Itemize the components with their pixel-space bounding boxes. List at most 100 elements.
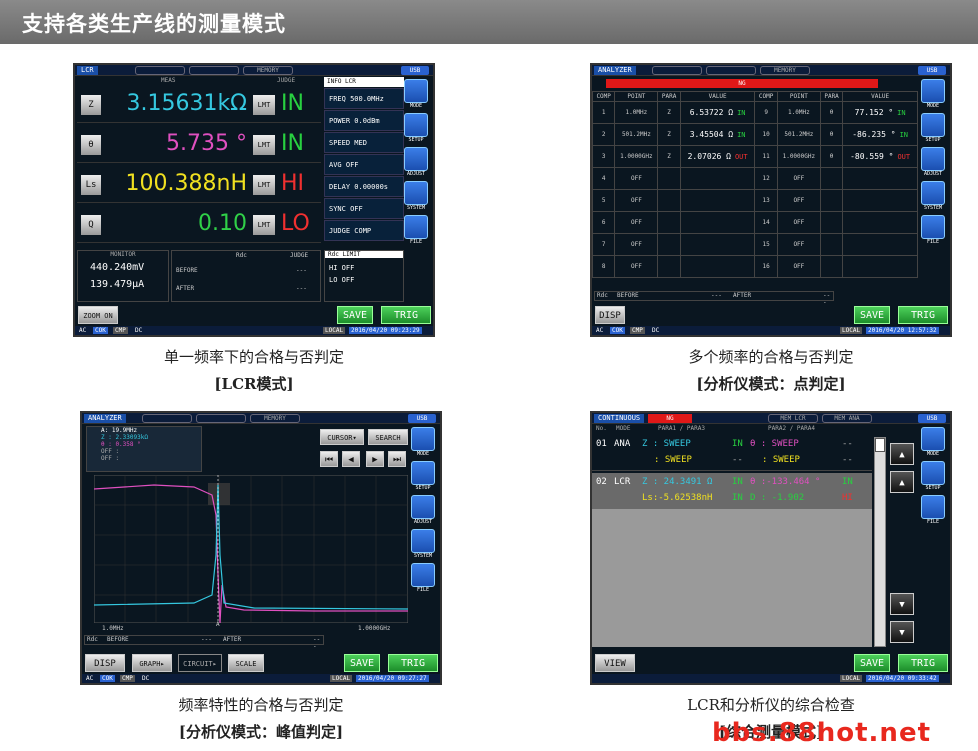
side-menu-file[interactable]: FILE xyxy=(918,495,948,525)
lmt-button[interactable]: LMT xyxy=(253,175,275,195)
tab-blank-1[interactable] xyxy=(652,66,702,75)
table-row[interactable]: 8 OFF 16 OFF xyxy=(592,255,918,278)
sweep-graph[interactable] xyxy=(94,475,408,623)
side-menu-label: MODE xyxy=(926,103,940,109)
side-menu-mode[interactable]: MODE xyxy=(918,427,948,457)
lcr-mode-screen: LCR MEMORY USB MEAS JUDGE Z 3.15631kΩ LMT I… xyxy=(73,63,435,337)
scale-button[interactable]: SCALE xyxy=(228,654,264,672)
mode-label: CONTINUOUS xyxy=(594,414,645,423)
side-menu-file[interactable]: FILE xyxy=(918,215,948,245)
page-down-button[interactable]: ▼ xyxy=(890,593,914,615)
side-menu-adjust[interactable]: ADJUST xyxy=(918,147,948,177)
left-arrow-button[interactable]: ◀ xyxy=(342,451,360,467)
right-arrow-button[interactable]: ▶ xyxy=(366,451,384,467)
scrollbar[interactable] xyxy=(874,437,886,647)
tab-blank-1[interactable] xyxy=(142,414,192,423)
param-button[interactable]: Ls xyxy=(81,175,101,195)
meas-value: 5.735 ° xyxy=(166,131,247,156)
last-arrow-button[interactable]: ⏭ xyxy=(388,451,406,467)
row-para1: Z : 24.3491 Ω xyxy=(642,477,713,487)
side-menu-system[interactable]: SYSTEM xyxy=(401,181,431,211)
info-item[interactable]: FREQ 500.0MHz xyxy=(324,88,404,109)
side-menu-file[interactable]: FILE xyxy=(408,563,438,593)
tab-memory[interactable]: MEMORY xyxy=(250,414,300,423)
disp-button[interactable]: DISP xyxy=(595,306,625,324)
side-menu-adjust[interactable]: ADJUST xyxy=(401,147,431,177)
view-button[interactable]: VIEW xyxy=(595,654,635,672)
table-cell: OFF xyxy=(614,189,659,212)
tab-mem-ana[interactable]: MEM ANA xyxy=(822,414,872,423)
side-menu-mode[interactable]: MODE xyxy=(918,79,948,109)
scroll-down-button[interactable]: ▼ xyxy=(890,621,914,643)
table-cell: 1.0MHz xyxy=(776,101,821,124)
disp-button[interactable]: DISP xyxy=(85,654,125,672)
search-button[interactable]: SEARCH xyxy=(368,429,408,445)
side-menu-mode[interactable]: MODE xyxy=(408,427,438,457)
trig-button[interactable]: TRIG xyxy=(898,654,948,672)
side-menu-setup[interactable]: SETUP xyxy=(401,113,431,143)
info-item[interactable]: JUDGE COMP xyxy=(324,220,404,241)
page-up-button[interactable]: ▲ xyxy=(890,471,914,493)
info-item[interactable]: AVG OFF xyxy=(324,154,404,175)
meas-row: θ 5.735 ° LMT IN xyxy=(77,127,321,163)
cursor-button[interactable]: CURSOR▾ xyxy=(320,429,364,445)
side-menu-label: SYSTEM xyxy=(406,205,426,211)
lmt-button[interactable]: LMT xyxy=(253,215,275,235)
side-menu-file[interactable]: FILE xyxy=(401,215,431,245)
tab-blank-2[interactable] xyxy=(706,66,756,75)
tab-blank-2[interactable] xyxy=(196,414,246,423)
graph-button[interactable]: GRAPH▸ xyxy=(132,654,172,672)
side-menu-system[interactable]: SYSTEM xyxy=(408,529,438,559)
table-row[interactable]: 6 OFF 14 OFF xyxy=(592,211,918,234)
judge-text: IN xyxy=(737,109,746,117)
list-item[interactable]: 02 LCR Z : 24.3491 Ω IN θ :-133.464 ° IN… xyxy=(592,473,872,509)
lmt-button[interactable]: LMT xyxy=(253,95,275,115)
side-menu-system[interactable]: SYSTEM xyxy=(918,181,948,211)
save-button[interactable]: SAVE xyxy=(337,306,373,324)
setup-icon xyxy=(921,113,945,137)
info-item[interactable]: DELAY 0.00000s xyxy=(324,176,404,197)
circuit-button[interactable]: CIRCUIT▸ xyxy=(178,654,222,672)
tab-blank-1[interactable] xyxy=(135,66,185,75)
side-menu-setup[interactable]: SETUP xyxy=(918,461,948,491)
value-text: 6.53722 Ω xyxy=(689,108,734,117)
side-menu-setup[interactable]: SETUP xyxy=(918,113,948,143)
info-item[interactable]: SPEED MED xyxy=(324,132,404,153)
param-button[interactable]: Z xyxy=(81,95,101,115)
side-menu-setup[interactable]: SETUP xyxy=(408,461,438,491)
param-button[interactable]: Q xyxy=(81,215,101,235)
setup-icon xyxy=(921,461,945,485)
table-row[interactable]: 7 OFF 15 OFF xyxy=(592,233,918,256)
lmt-button[interactable]: LMT xyxy=(253,135,275,155)
scroll-up-button[interactable]: ▲ xyxy=(890,443,914,465)
save-button[interactable]: SAVE xyxy=(854,306,890,324)
tab-memory[interactable]: MEMORY xyxy=(760,66,810,75)
analyzer-peak-screen: ANALYZER MEMORY USB A: 19.9MHz Z : 2.330… xyxy=(80,411,442,685)
trig-button[interactable]: TRIG xyxy=(898,306,948,324)
table-row[interactable]: 1 1.0MHz Z 6.53722 Ω IN 9 1.0MHz θ 77.152 ° IN xyxy=(592,101,918,124)
table-cell-value xyxy=(842,255,918,278)
table-cell-value: 3.45504 Ω IN xyxy=(679,123,756,146)
info-item[interactable]: POWER 0.0dBm xyxy=(324,110,404,131)
table-cell: Z xyxy=(657,101,681,124)
save-button[interactable]: SAVE xyxy=(854,654,890,672)
save-button[interactable]: SAVE xyxy=(344,654,380,672)
side-menu-label: ADJUST xyxy=(923,171,943,177)
tab-blank-2[interactable] xyxy=(189,66,239,75)
table-row[interactable]: 2 501.2MHz Z 3.45504 Ω IN 10 501.2MHz θ -86.235 … xyxy=(592,123,918,146)
param-button[interactable]: θ xyxy=(81,135,101,155)
tab-memory[interactable]: MEMORY xyxy=(243,66,293,75)
info-item[interactable]: SYNC OFF xyxy=(324,198,404,219)
tab-mem-lcr[interactable]: MEM LCR xyxy=(768,414,818,423)
trig-button[interactable]: TRIG xyxy=(381,306,431,324)
side-menu-adjust[interactable]: ADJUST xyxy=(408,495,438,525)
table-row[interactable]: 3 1.0000GHz Z 2.07026 Ω OUT 11 1.0000GHz θ -80.5… xyxy=(592,145,918,168)
list-item[interactable]: 01 ANA Z : SWEEP IN θ : SWEEP -- : SWEEP… xyxy=(592,435,872,471)
first-arrow-button[interactable]: ⏮ xyxy=(320,451,338,467)
trig-button[interactable]: TRIG xyxy=(388,654,438,672)
zoom-on-button[interactable]: ZOOM ON xyxy=(78,306,118,324)
table-row[interactable]: 4 OFF 12 OFF xyxy=(592,167,918,190)
status-local: LOCAL xyxy=(330,675,353,682)
side-menu-mode[interactable]: MODE xyxy=(401,79,431,109)
table-row[interactable]: 5 OFF 13 OFF xyxy=(592,189,918,212)
